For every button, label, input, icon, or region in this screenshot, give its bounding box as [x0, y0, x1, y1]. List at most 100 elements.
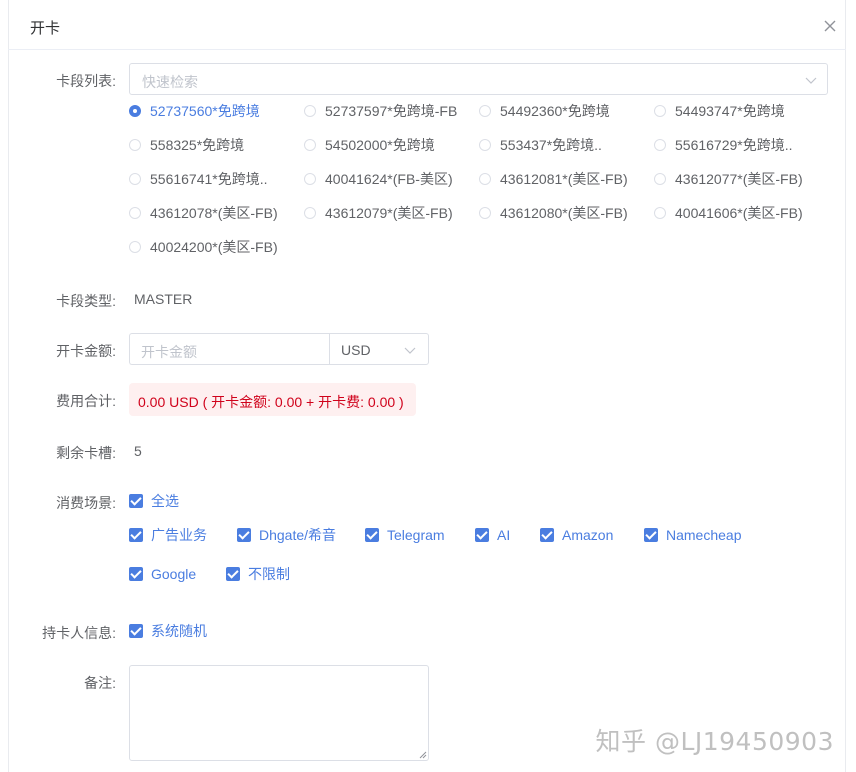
radio-icon: [479, 139, 491, 151]
segment-option[interactable]: 43612080*(美区-FB): [479, 205, 628, 221]
segment-option-label: 553437*免跨境..: [500, 137, 602, 153]
amount-label: 开卡金额:: [56, 343, 116, 359]
slots-value: 5: [134, 443, 142, 459]
select-all-checkbox[interactable]: 全选: [129, 493, 179, 509]
watermark: 知乎 @LJ19450903: [595, 727, 834, 756]
chevron-down-icon: [404, 347, 416, 354]
segment-option[interactable]: 43612078*(美区-FB): [129, 205, 278, 221]
segment-option[interactable]: 40041606*(美区-FB): [654, 205, 803, 221]
radio-icon: [479, 173, 491, 185]
segment-option-label: 40024200*(美区-FB): [150, 239, 278, 255]
checkbox-checked-icon: [129, 528, 143, 542]
radio-icon: [129, 207, 141, 219]
currency-select[interactable]: USD: [329, 333, 429, 365]
scenario-label: Namecheap: [666, 527, 742, 543]
checkbox-checked-icon: [129, 567, 143, 581]
checkbox-checked-icon: [129, 624, 143, 638]
radio-icon: [654, 207, 666, 219]
segment-option-label: 43612077*(美区-FB): [675, 171, 803, 187]
segment-option[interactable]: 55616741*免跨境..: [129, 171, 268, 187]
checkbox-checked-icon: [365, 528, 379, 542]
segment-search-placeholder: 快速检索: [142, 74, 198, 90]
chevron-down-icon: [805, 77, 817, 84]
segment-option-label: 55616741*免跨境..: [150, 171, 268, 187]
scenario-label: Amazon: [562, 527, 614, 543]
radio-icon: [654, 139, 666, 151]
select-all-label: 全选: [151, 493, 179, 509]
scenario-checkbox[interactable]: Amazon: [540, 527, 613, 543]
segment-option[interactable]: 43612081*(美区-FB): [479, 171, 628, 187]
segment-option[interactable]: 54493747*免跨境: [654, 103, 785, 119]
holder-random-label: 系统随机: [151, 623, 207, 639]
segment-option[interactable]: 55616729*免跨境..: [654, 137, 793, 153]
scenario-checkbox[interactable]: Namecheap: [644, 527, 742, 543]
segment-option[interactable]: 54492360*免跨境: [479, 103, 610, 119]
segment-option-label: 54492360*免跨境: [500, 103, 610, 119]
radio-icon: [654, 105, 666, 117]
fee-total-text: 0.00 USD ( 开卡金额: 0.00 + 开卡费: 0.00 ): [138, 394, 404, 410]
close-icon[interactable]: [823, 19, 837, 33]
segment-option-label: 52737560*免跨境: [150, 103, 260, 119]
dialog-header: 开卡: [8, 0, 846, 50]
radio-icon: [304, 207, 316, 219]
checkbox-checked-icon: [226, 567, 240, 581]
holder-random-checkbox[interactable]: 系统随机: [129, 623, 207, 639]
radio-icon: [129, 241, 141, 253]
remarks-textarea[interactable]: [129, 665, 429, 761]
radio-icon: [129, 105, 141, 117]
segment-option[interactable]: 553437*免跨境..: [479, 137, 602, 153]
segment-option[interactable]: 40041624*(FB-美区): [304, 171, 453, 187]
currency-value: USD: [341, 342, 371, 358]
segment-option[interactable]: 558325*免跨境: [129, 137, 244, 153]
scenario-label: 广告业务: [151, 527, 207, 543]
segment-option-label: 55616729*免跨境..: [675, 137, 793, 153]
segment-option-label: 558325*免跨境: [150, 137, 245, 153]
scenario-label: Telegram: [387, 527, 445, 543]
radio-icon: [479, 105, 491, 117]
radio-icon: [304, 173, 316, 185]
fee-total-label: 费用合计:: [56, 393, 116, 409]
segment-option-label: 52737597*免跨境-FB: [325, 103, 458, 119]
scenario-checkbox[interactable]: Telegram: [365, 527, 445, 543]
segment-search-select[interactable]: 快速检索: [129, 63, 828, 95]
remarks-label: 备注:: [84, 675, 116, 691]
segment-option-label: 43612079*(美区-FB): [325, 205, 453, 221]
segment-option[interactable]: 54502000*免跨境: [304, 137, 435, 153]
segment-option-label: 40041624*(FB-美区): [325, 171, 453, 187]
card-type-value: MASTER: [134, 291, 193, 307]
resize-grip-icon[interactable]: [419, 751, 427, 759]
scenario-checkbox[interactable]: 不限制: [226, 566, 290, 582]
radio-icon: [479, 207, 491, 219]
amount-placeholder: 开卡金额: [141, 344, 197, 360]
scenarios-label: 消费场景:: [56, 495, 116, 511]
checkbox-checked-icon: [644, 528, 658, 542]
scenario-checkbox[interactable]: Google: [129, 566, 196, 582]
checkbox-checked-icon: [540, 528, 554, 542]
segment-option-label: 40041606*(美区-FB): [675, 205, 803, 221]
segment-option[interactable]: 43612077*(美区-FB): [654, 171, 803, 187]
dialog-title: 开卡: [30, 20, 61, 37]
segment-option-label: 43612081*(美区-FB): [500, 171, 628, 187]
scenario-label: Google: [151, 566, 197, 582]
segment-option[interactable]: 52737597*免跨境-FB: [304, 103, 457, 119]
holder-label: 持卡人信息:: [42, 625, 116, 641]
fee-total-box: 0.00 USD ( 开卡金额: 0.00 + 开卡费: 0.00 ): [129, 383, 416, 416]
segment-option-label: 43612080*(美区-FB): [500, 205, 628, 221]
segment-option[interactable]: 43612079*(美区-FB): [304, 205, 453, 221]
segment-option[interactable]: 40024200*(美区-FB): [129, 239, 278, 255]
scenario-checkbox[interactable]: Dhgate/希音: [237, 527, 336, 543]
scenario-checkbox[interactable]: 广告业务: [129, 527, 207, 543]
checkbox-checked-icon: [237, 528, 251, 542]
segment-option-label: 43612078*(美区-FB): [150, 205, 278, 221]
radio-icon: [304, 105, 316, 117]
amount-input[interactable]: 开卡金额: [129, 333, 330, 365]
radio-icon: [654, 173, 666, 185]
segment-option[interactable]: 52737560*免跨境: [129, 103, 260, 119]
scenario-label: 不限制: [248, 566, 290, 582]
checkbox-checked-icon: [475, 528, 489, 542]
card-type-label: 卡段类型:: [56, 293, 116, 309]
scenario-label: AI: [497, 527, 511, 543]
scenario-checkbox[interactable]: AI: [475, 527, 510, 543]
slots-label: 剩余卡槽:: [56, 445, 116, 461]
segment-option-label: 54502000*免跨境: [325, 137, 435, 153]
